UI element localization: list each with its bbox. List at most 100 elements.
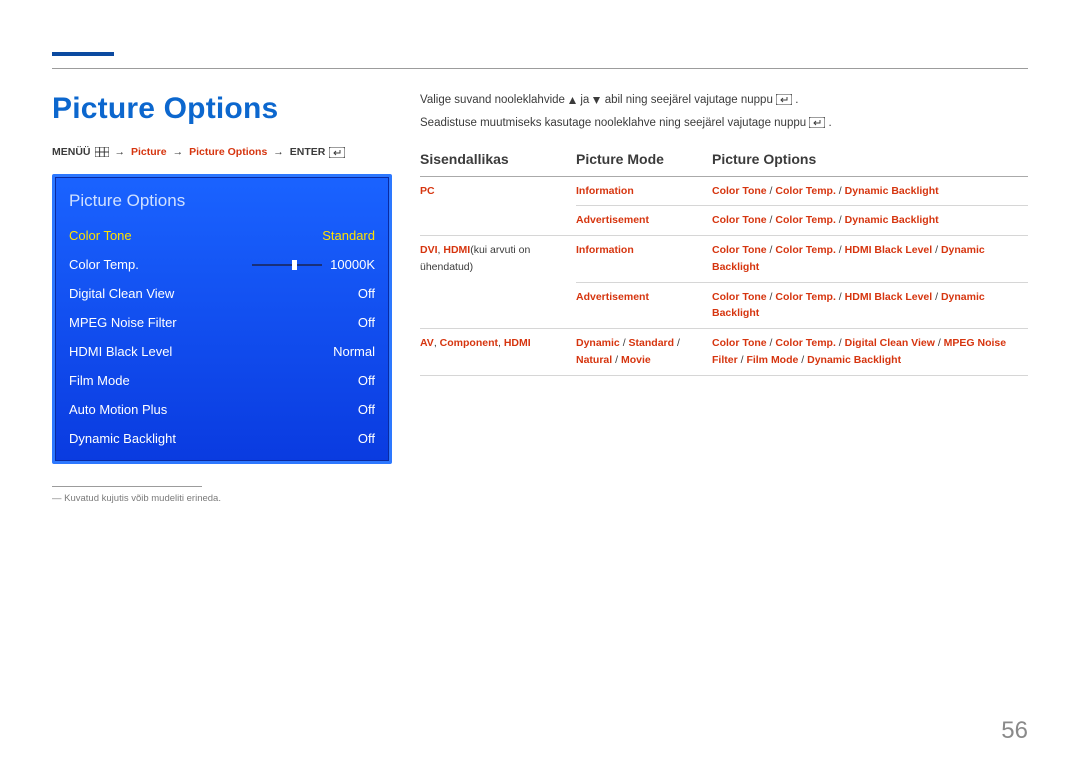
table-text: Color Tone [712, 337, 767, 349]
table-text: Color Temp. [775, 337, 835, 349]
options-table: SisendallikasPicture ModePicture Options… [420, 149, 1028, 376]
table-text: / [836, 291, 845, 303]
table-text: Color Temp. [775, 185, 835, 197]
table-text: DVI [420, 244, 438, 256]
osd-row: Color Temp. 10000K [55, 250, 389, 279]
table-text: / [836, 337, 845, 349]
table-text: Advertisement [576, 291, 649, 303]
arrow-sep: → [113, 146, 128, 158]
table-text: HDMI [443, 244, 470, 256]
osd-row: Digital Clean View Off [55, 279, 389, 308]
instr-text: . [795, 94, 798, 106]
osd-row: HDMI Black Level Normal [55, 337, 389, 366]
table-text: / [836, 185, 845, 197]
instruction-line-2: Seadistuse muutmiseks kasutage nooleklah… [420, 115, 1028, 134]
page-title: Picture Options [52, 92, 392, 126]
osd-value: Off [358, 286, 375, 301]
table-text: Natural [576, 354, 612, 366]
table-cell-mode: Information [576, 236, 712, 283]
osd-label: Film Mode [69, 373, 130, 388]
osd-label: Auto Motion Plus [69, 402, 167, 417]
table-text: Dynamic Backlight [807, 354, 901, 366]
table-cell-mode: Dynamic / Standard / Natural / Movie [576, 329, 712, 376]
osd-row: Color ToneStandard [55, 221, 389, 250]
osd-value: 10000K [330, 257, 375, 272]
table-row: PCInformationColor Tone / Color Temp. / … [420, 176, 1028, 206]
osd-row: Auto Motion PlusOff [55, 395, 389, 424]
table-cell-options: Color Tone / Color Temp. / HDMI Black Le… [712, 236, 1028, 283]
table-text: Color Temp. [775, 214, 835, 226]
down-arrow-icon [592, 94, 601, 111]
crumb-enter: ENTER [290, 146, 326, 158]
osd-label: Color Temp. [69, 257, 139, 272]
instr-text: ja [580, 94, 592, 106]
osd-value: Off [358, 373, 375, 388]
crumb-picture: Picture [131, 146, 167, 158]
footnote-dash: ― [52, 493, 62, 504]
crumb-menu: MENÜÜ [52, 146, 91, 158]
instr-text: . [829, 117, 832, 129]
table-text: / [674, 337, 680, 349]
osd-value-cell: 10000K [252, 257, 375, 272]
table-text: Advertisement [576, 214, 649, 226]
table-header: Sisendallikas [420, 149, 576, 177]
table-text: Color Tone [712, 291, 767, 303]
instruction-line-1: Valige suvand nooleklahvide ja abil ning… [420, 92, 1028, 111]
table-text: AV [420, 337, 434, 349]
osd-value: Off [358, 431, 375, 446]
enter-icon [776, 94, 792, 111]
osd-panel: Picture Options Color ToneStandardColor … [52, 174, 392, 464]
table-cell-options: Color Tone / Color Temp. / HDMI Black Le… [712, 282, 1028, 329]
table-row: AV, Component, HDMIDynamic / Standard / … [420, 329, 1028, 376]
arrow-sep: → [271, 146, 286, 158]
table-text: HDMI [504, 337, 531, 349]
table-text: / [798, 354, 807, 366]
table-text: Digital Clean View [845, 337, 935, 349]
osd-label: HDMI Black Level [69, 344, 172, 359]
table-text: PC [420, 185, 435, 197]
table-text: / [935, 337, 944, 349]
table-text: / [620, 337, 629, 349]
table-text: / [932, 291, 941, 303]
footnote: ― Kuvatud kujutis võib mudeliti erineda. [52, 493, 392, 504]
table-cell-source: PC [420, 176, 576, 236]
table-text: Color Temp. [775, 291, 835, 303]
enter-icon [329, 147, 345, 158]
table-text: Dynamic Backlight [845, 185, 939, 197]
table-row: DVI, HDMI(kui arvuti on ühendatud)Inform… [420, 236, 1028, 283]
osd-row: Dynamic BacklightOff [55, 424, 389, 453]
footnote-divider [52, 486, 202, 487]
arrow-sep: → [171, 146, 186, 158]
instr-text: Seadistuse muutmiseks kasutage nooleklah… [420, 117, 809, 129]
osd-value: Standard [322, 228, 375, 243]
instr-text: Valige suvand nooleklahvide [420, 94, 568, 106]
osd-label: Digital Clean View [69, 286, 174, 301]
table-cell-source: AV, Component, HDMI [420, 329, 576, 376]
table-text: Dynamic Backlight [845, 214, 939, 226]
page-number: 56 [1001, 717, 1028, 745]
table-text: Information [576, 244, 634, 256]
table-text: Color Tone [712, 244, 767, 256]
osd-row: Film Mode Off [55, 366, 389, 395]
table-text: HDMI Black Level [845, 291, 933, 303]
table-text: Movie [621, 354, 651, 366]
crumb-picture-options: Picture Options [189, 146, 267, 158]
table-text: / [612, 354, 621, 366]
table-cell-options: Color Tone / Color Temp. / Dynamic Backl… [712, 206, 1028, 236]
osd-row: MPEG Noise FilterOff [55, 308, 389, 337]
table-text: Standard [629, 337, 675, 349]
table-text: Color Temp. [775, 244, 835, 256]
table-cell-mode: Advertisement [576, 282, 712, 329]
table-cell-source: DVI, HDMI(kui arvuti on ühendatud) [420, 236, 576, 329]
table-header: Picture Options [712, 149, 1028, 177]
enter-icon [809, 117, 825, 134]
table-text: Color Tone [712, 185, 767, 197]
table-header: Picture Mode [576, 149, 712, 177]
table-cell-options: Color Tone / Color Temp. / Digital Clean… [712, 329, 1028, 376]
osd-label: MPEG Noise Filter [69, 315, 177, 330]
table-cell-mode: Information [576, 176, 712, 206]
slider-icon [252, 264, 322, 266]
osd-value: Normal [333, 344, 375, 359]
table-text: / [836, 244, 845, 256]
table-text: Information [576, 185, 634, 197]
